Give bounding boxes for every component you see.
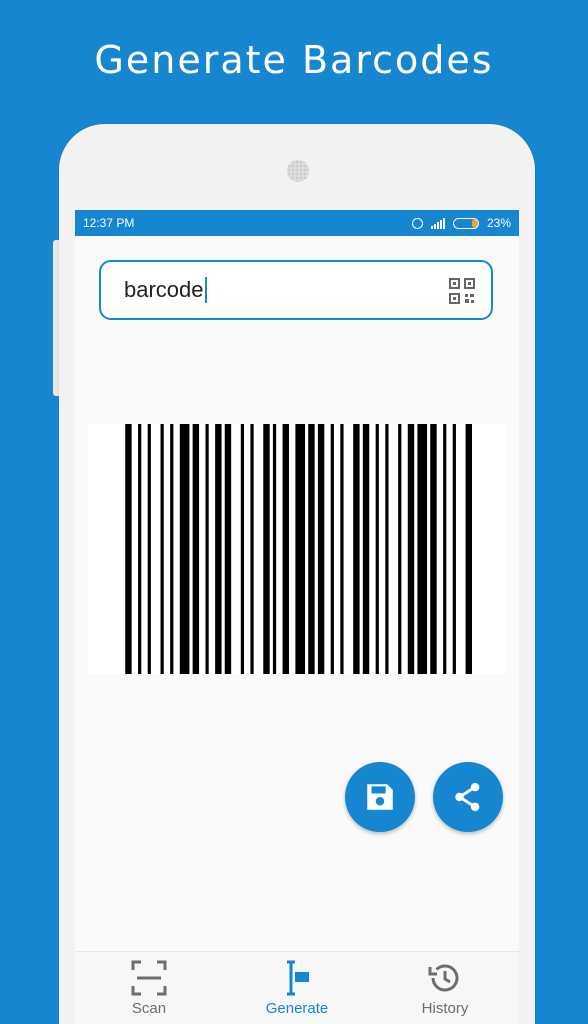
status-bar: 12:37 PM 23% <box>75 210 519 236</box>
barcode-bars <box>125 424 472 674</box>
barcode-bar <box>224 424 232 674</box>
share-button[interactable] <box>433 762 503 832</box>
barcode-bar <box>330 424 334 674</box>
barcode-bar <box>398 424 402 674</box>
battery-percent: 23% <box>486 216 511 230</box>
barcode-bar <box>205 424 209 674</box>
nav-scan-label: Scan <box>131 1000 167 1017</box>
barcode-bar <box>452 424 456 674</box>
barcode-bar <box>179 424 190 674</box>
headline: Generate Barcodes <box>94 38 494 82</box>
status-icons: 23% <box>411 216 511 230</box>
battery-icon <box>452 217 479 229</box>
nav-generate[interactable]: Generate <box>223 952 371 1024</box>
signal-icon <box>430 217 445 229</box>
barcode-bar <box>295 424 306 674</box>
barcode-bar <box>240 424 245 674</box>
bottom-navigation: Scan Generate History <box>75 951 519 1024</box>
nav-history[interactable]: History <box>371 952 519 1024</box>
alarm-icon <box>411 217 423 229</box>
barcode-bar <box>340 424 344 674</box>
phone-frame: 12:37 PM 23% barcode Scan Generate Histo… <box>59 124 535 1024</box>
barcode-bar <box>353 424 360 674</box>
barcode-bar <box>417 424 428 674</box>
barcode-input-value: barcode <box>124 277 204 302</box>
phone-speaker <box>287 160 309 182</box>
barcode-bar <box>375 424 379 674</box>
barcode-bar <box>263 424 270 674</box>
barcode-bar <box>430 424 437 674</box>
scan-icon <box>131 960 167 996</box>
barcode-bar <box>308 424 315 674</box>
barcode-bar <box>282 424 289 674</box>
nav-history-label: History <box>421 1000 469 1017</box>
nav-generate-label: Generate <box>265 1000 329 1017</box>
qr-code-icon[interactable] <box>449 278 475 304</box>
barcode-bar <box>125 424 132 674</box>
share-icon <box>455 782 480 812</box>
nav-scan[interactable]: Scan <box>75 952 223 1024</box>
barcode-bar <box>192 424 200 674</box>
barcode-bar <box>160 424 164 674</box>
status-time: 12:37 PM <box>83 216 135 230</box>
barcode-bar <box>385 424 389 674</box>
barcode-bar <box>250 424 254 674</box>
barcode-bar <box>362 424 370 674</box>
barcode-bar <box>215 424 222 674</box>
save-button[interactable] <box>345 762 415 832</box>
app-screen: 12:37 PM 23% barcode Scan Generate Histo… <box>75 210 519 1024</box>
barcode-bar <box>465 424 472 674</box>
barcode-bar <box>138 424 142 674</box>
barcode-bar <box>147 424 151 674</box>
save-icon <box>367 784 393 810</box>
history-icon <box>428 964 459 992</box>
barcode-bar <box>443 424 447 674</box>
barcode-bar <box>407 424 415 674</box>
battery-level <box>472 218 478 228</box>
barcode-bar <box>317 424 325 674</box>
generate-icon <box>287 960 309 996</box>
barcode-image <box>88 424 506 674</box>
barcode-text-input[interactable]: barcode <box>99 260 493 320</box>
barcode-bar <box>170 424 174 674</box>
barcode-bar <box>272 424 277 674</box>
text-caret <box>204 277 207 303</box>
